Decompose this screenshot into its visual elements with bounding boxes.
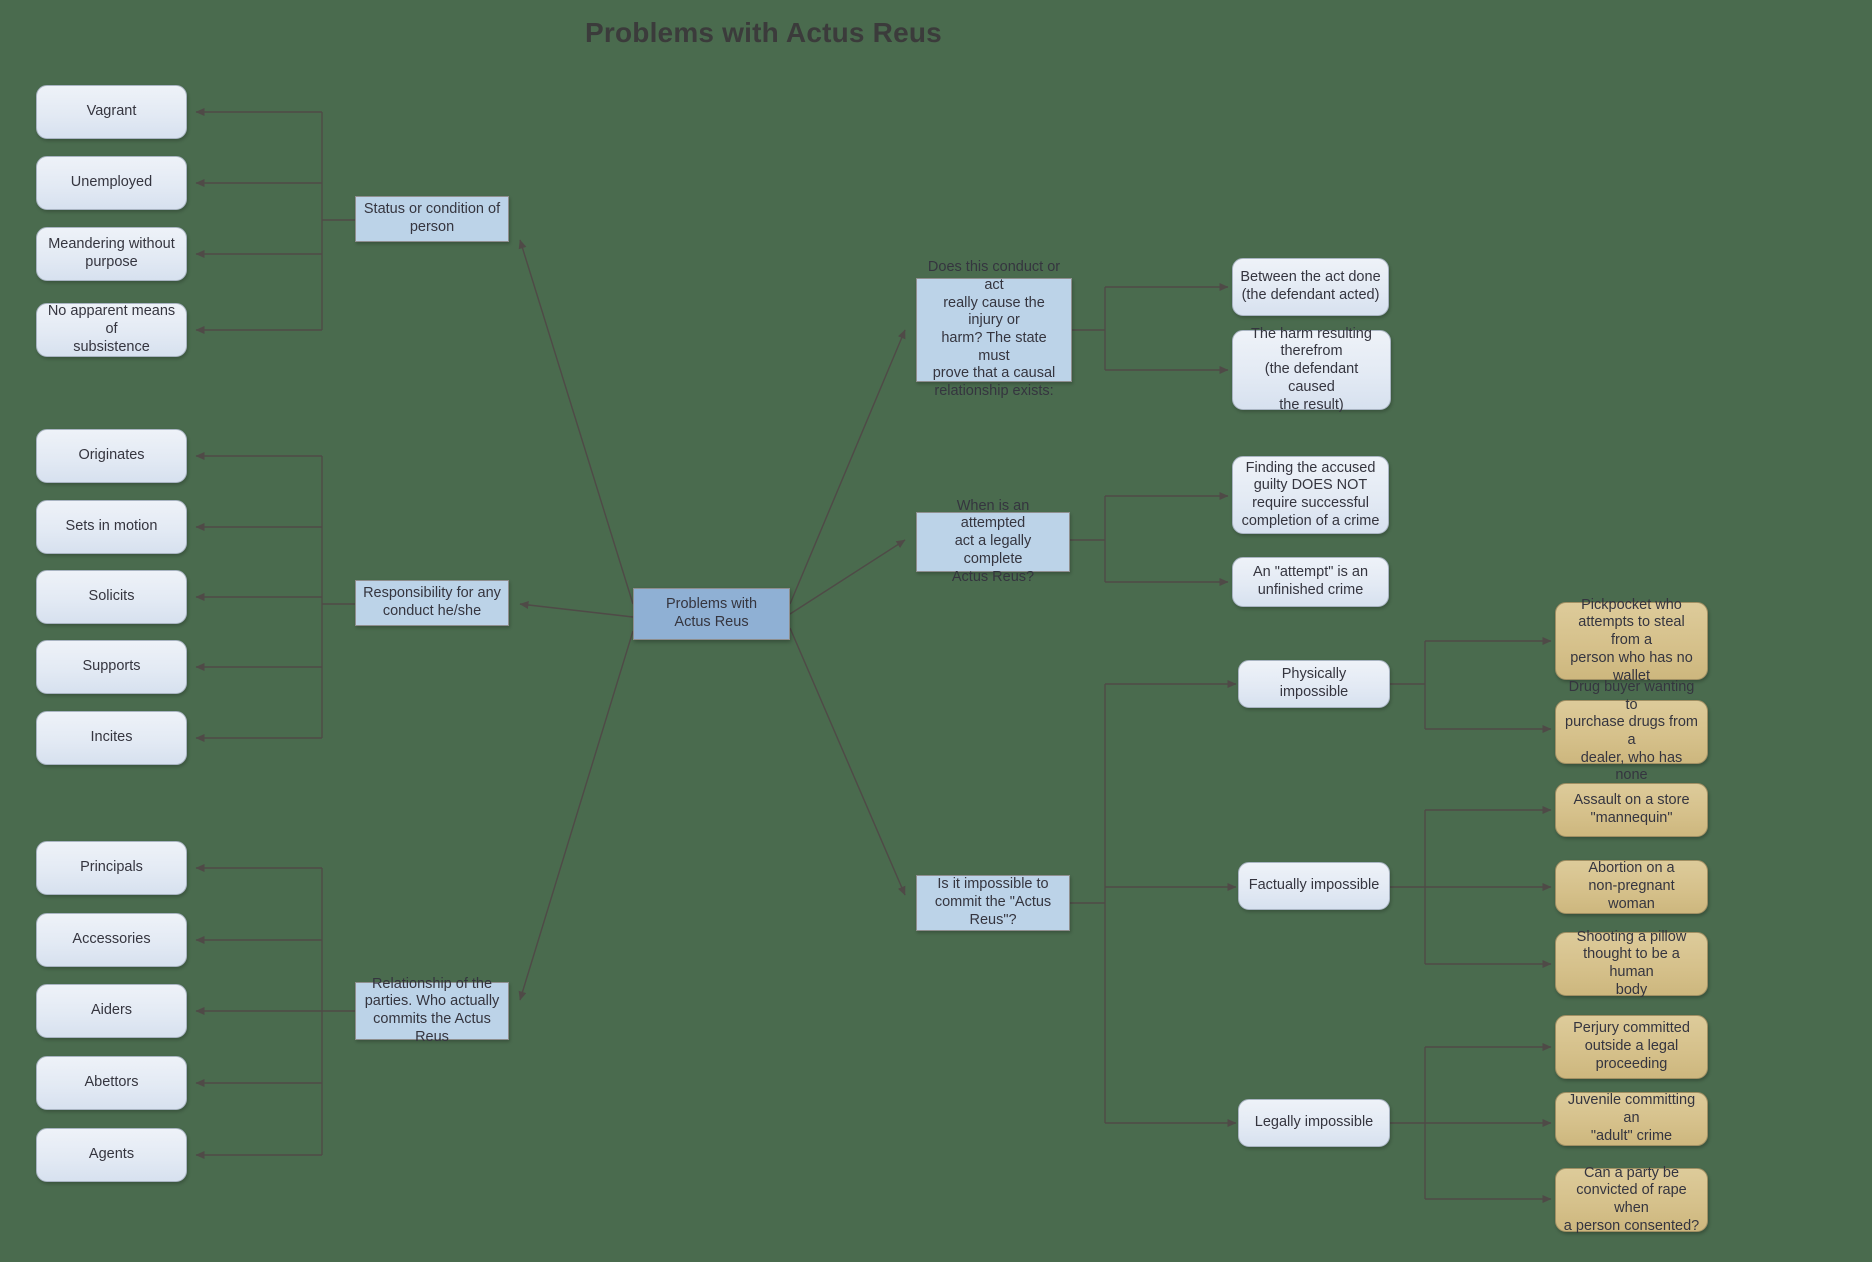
node-example-pickpocket[interactable]: Pickpocket who attempts to steal from a pe… <box>1555 597 1708 684</box>
node-abettors-label: Abettors <box>84 1074 139 1091</box>
node-impossible-question[interactable]: Is it impossible to commit the "Actus Reus… <box>916 875 1070 931</box>
node-originates[interactable]: Originates <box>36 429 187 483</box>
mindmap-canvas: Problems with Actus Reus Problems with Ac… <box>0 0 1872 1262</box>
node-example-drug-buyer-label: Drug buyer wanting to purchase drugs from… <box>1565 678 1698 784</box>
node-no-means-of-subsistence[interactable]: No apparent means of subsistence <box>36 303 187 357</box>
node-between-act-done-label: Between the act done (the defendant acted… <box>1240 269 1381 303</box>
node-incites[interactable]: Incites <box>36 711 187 765</box>
node-between-act-done[interactable]: Between the act done (the defendant acted… <box>1232 258 1389 316</box>
node-factually-impossible-label: Factually impossible <box>1248 877 1380 894</box>
node-legally-impossible-label: Legally impossible <box>1254 1114 1374 1131</box>
node-example-abortion-label: Abortion on a non-pregnant woman <box>1588 860 1675 912</box>
edge-center-attempt <box>789 539 906 615</box>
node-no-means-of-subsistence-label: No apparent means of subsistence <box>47 303 176 355</box>
node-vagrant-label: Vagrant <box>86 103 137 120</box>
node-sets-in-motion-label: Sets in motion <box>65 518 158 535</box>
node-example-abortion[interactable]: Abortion on a non-pregnant woman <box>1555 860 1708 914</box>
node-status-or-condition-label: Status or condition of person <box>363 201 501 235</box>
node-physically-impossible-label: Physically impossible <box>1279 666 1349 700</box>
node-agents[interactable]: Agents <box>36 1128 187 1182</box>
node-attempt-question-label: When is an attempted act a legally comple… <box>951 497 1035 585</box>
node-harm-resulting[interactable]: The harm resulting therefrom (the defendan… <box>1232 326 1391 413</box>
node-abettors[interactable]: Abettors <box>36 1056 187 1110</box>
node-responsibility[interactable]: Responsibility for any conduct he/she <box>355 580 509 626</box>
node-relationship-label: Relationship of the parties. Who actually… <box>364 975 500 1045</box>
node-supports[interactable]: Supports <box>36 640 187 694</box>
node-meandering[interactable]: Meandering without purpose <box>36 227 187 281</box>
node-incites-label: Incites <box>90 729 133 746</box>
node-principals-label: Principals <box>80 859 143 876</box>
node-factually-impossible[interactable]: Factually impossible <box>1238 862 1390 910</box>
node-responsibility-label: Responsibility for any conduct he/she <box>363 585 501 619</box>
node-sets-in-motion[interactable]: Sets in motion <box>36 500 187 554</box>
node-example-pillow-label: Shooting a pillow thought to be a human bo… <box>1576 928 1687 998</box>
node-example-perjury[interactable]: Perjury committed outside a legal proceedi… <box>1555 1015 1708 1079</box>
edge-center-causation <box>789 329 906 605</box>
node-supports-label: Supports <box>82 658 141 675</box>
node-example-pillow[interactable]: Shooting a pillow thought to be a human bo… <box>1555 929 1708 998</box>
node-harm-resulting-label: The harm resulting therefrom (the defendan… <box>1251 325 1372 413</box>
node-solicits[interactable]: Solicits <box>36 570 187 624</box>
node-example-consent[interactable]: Can a party be convicted of rape when a pe… <box>1555 1165 1708 1234</box>
node-center[interactable]: Problems with Actus Reus <box>633 588 790 640</box>
node-meandering-label: Meandering without purpose <box>48 236 175 270</box>
node-accessories[interactable]: Accessories <box>36 913 187 967</box>
node-aiders-label: Aiders <box>90 1002 133 1019</box>
node-agents-label: Agents <box>88 1146 135 1163</box>
edge-center-status <box>518 239 634 605</box>
node-status-or-condition[interactable]: Status or condition of person <box>355 196 509 242</box>
node-attempt-unfinished-crime-label: An "attempt" is an unfinished crime <box>1252 564 1369 598</box>
edge-center-relationship <box>518 630 634 1001</box>
node-causation-question[interactable]: Does this conduct or act really cause the… <box>916 259 1072 399</box>
node-center-label: Problems with Actus Reus <box>665 596 758 630</box>
node-causation-question-label: Does this conduct or act really cause the… <box>927 259 1061 400</box>
node-example-mannequin-label: Assault on a store "mannequin" <box>1573 792 1690 826</box>
node-attempt-unfinished-crime[interactable]: An "attempt" is an unfinished crime <box>1232 557 1389 607</box>
node-impossible-question-label: Is it impossible to commit the "Actus Reus… <box>934 876 1052 928</box>
page-title: Problems with Actus Reus <box>585 17 942 48</box>
node-example-juvenile-label: Juvenile committing an "adult" crime <box>1567 1092 1696 1144</box>
node-principals[interactable]: Principals <box>36 841 187 895</box>
node-legally-impossible[interactable]: Legally impossible <box>1238 1099 1390 1147</box>
node-example-perjury-label: Perjury committed outside a legal proceedi… <box>1573 1020 1690 1072</box>
node-guilty-does-not-require-completion-label: Finding the accused guilty DOES NOT requir… <box>1241 459 1380 529</box>
node-physically-impossible[interactable]: Physically impossible <box>1238 660 1390 708</box>
node-example-juvenile[interactable]: Juvenile committing an "adult" crime <box>1555 1092 1708 1146</box>
edge-center-impossible <box>789 627 906 896</box>
node-guilty-does-not-require-completion[interactable]: Finding the accused guilty DOES NOT requir… <box>1232 456 1389 534</box>
node-originates-label: Originates <box>78 447 145 464</box>
node-example-pickpocket-label: Pickpocket who attempts to steal from a pe… <box>1570 596 1693 684</box>
node-unemployed[interactable]: Unemployed <box>36 156 187 210</box>
edge-center-responsibility <box>519 600 634 618</box>
node-vagrant[interactable]: Vagrant <box>36 85 187 139</box>
node-example-consent-label: Can a party be convicted of rape when a pe… <box>1563 1164 1700 1234</box>
node-solicits-label: Solicits <box>88 588 135 605</box>
node-relationship[interactable]: Relationship of the parties. Who actually… <box>355 976 509 1045</box>
node-example-mannequin[interactable]: Assault on a store "mannequin" <box>1555 783 1708 837</box>
node-aiders[interactable]: Aiders <box>36 984 187 1038</box>
node-accessories-label: Accessories <box>72 931 151 948</box>
node-attempt-question[interactable]: When is an attempted act a legally comple… <box>916 498 1070 585</box>
node-example-drug-buyer[interactable]: Drug buyer wanting to purchase drugs from… <box>1555 679 1708 783</box>
node-unemployed-label: Unemployed <box>70 174 153 191</box>
